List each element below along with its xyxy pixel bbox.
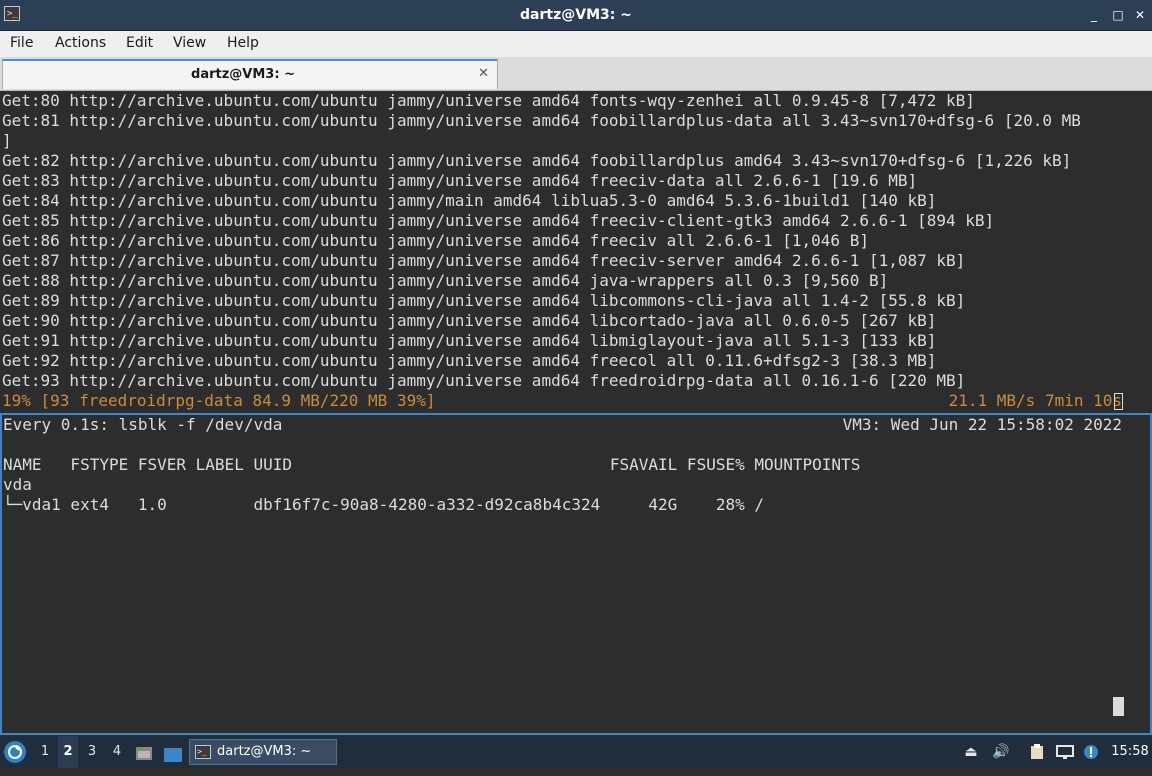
maximize-button[interactable]: □ — [1110, 7, 1126, 23]
menu-edit[interactable]: Edit — [126, 31, 153, 55]
clock[interactable]: 15:58 — [1110, 736, 1150, 768]
terminal-line: Get:83 http://archive.ubuntu.com/ubuntu … — [2, 171, 918, 190]
lsblk-row: vda — [3, 475, 32, 494]
taskbar-window-button[interactable]: >_ dartz@VM3: ~ — [189, 739, 337, 765]
terminal-line: Get:82 http://archive.ubuntu.com/ubuntu … — [2, 151, 1072, 170]
terminal-cursor — [1113, 697, 1124, 716]
lsblk-header: NAME FSTYPE FSVER LABEL UUID FSAVAIL FSU… — [3, 455, 861, 474]
file-manager-icon[interactable] — [135, 743, 153, 761]
menu-help[interactable]: Help — [227, 31, 259, 55]
start-menu-icon[interactable] — [4, 741, 26, 763]
window-title: dartz@VM3: ~ — [520, 7, 632, 23]
apt-progress-status: 19% [93 freedroidrpg-data 84.9 MB/220 MB… — [2, 391, 436, 410]
tab-label: dartz@VM3: ~ — [191, 67, 295, 82]
workspace-2[interactable]: 2 — [58, 736, 78, 768]
taskbar: 1 2 3 4 >_ dartz@VM3: ~ ⏏ 🔊 15:58 — [0, 736, 1152, 768]
close-button[interactable]: ✕ — [1132, 7, 1148, 23]
terminal-line: Get:88 http://archive.ubuntu.com/ubuntu … — [2, 271, 889, 290]
watch-status: VM3: Wed Jun 22 15:58:02 2022 — [842, 415, 1122, 434]
tab-terminal[interactable]: dartz@VM3: ~ ✕ — [2, 59, 498, 89]
terminal-line: Get:89 http://archive.ubuntu.com/ubuntu … — [2, 291, 966, 310]
terminal-pane-watch[interactable]: Every 0.1s: lsblk -f /dev/vda VM3: Wed J… — [0, 413, 1152, 735]
lsblk-row: └─vda1 ext4 1.0 dbf16f7c-90a8-4280-a332-… — [3, 495, 764, 514]
workspace-4[interactable]: 4 — [107, 736, 127, 768]
terminal-line: Get:91 http://archive.ubuntu.com/ubuntu … — [2, 331, 937, 350]
taskbar-window-label: dartz@VM3: ~ — [217, 744, 312, 759]
workspace-3[interactable]: 3 — [82, 736, 102, 768]
menu-view[interactable]: View — [173, 31, 206, 55]
eject-icon[interactable]: ⏏ — [963, 744, 979, 760]
terminal-line: Get:86 http://archive.ubuntu.com/ubuntu … — [2, 231, 869, 250]
menu-bar: File Actions Edit View Help — [0, 31, 1152, 57]
terminal-line: Get:90 http://archive.ubuntu.com/ubuntu … — [2, 311, 937, 330]
menu-file[interactable]: File — [10, 31, 33, 55]
terminal-line: Get:93 http://archive.ubuntu.com/ubuntu … — [2, 371, 966, 390]
network-icon[interactable] — [1056, 744, 1074, 760]
tab-close-icon[interactable]: ✕ — [478, 67, 489, 81]
menu-actions[interactable]: Actions — [55, 31, 106, 55]
window-titlebar[interactable]: >_ dartz@VM3: ~ _ □ ✕ — [0, 0, 1152, 31]
workspace-1[interactable]: 1 — [35, 736, 55, 768]
terminal-icon: >_ — [195, 745, 211, 759]
terminal-line: Get:84 http://archive.ubuntu.com/ubuntu … — [2, 191, 937, 210]
notification-icon[interactable] — [1083, 744, 1099, 760]
terminal-line: Get:80 http://archive.ubuntu.com/ubuntu … — [2, 91, 975, 110]
terminal-line: ] — [2, 131, 12, 150]
terminal-pane-apt[interactable]: Get:80 http://archive.ubuntu.com/ubuntu … — [0, 91, 1152, 413]
show-desktop-icon[interactable] — [163, 744, 183, 762]
terminal-line: Get:87 http://archive.ubuntu.com/ubuntu … — [2, 251, 966, 270]
minimize-button[interactable]: _ — [1086, 7, 1102, 23]
tab-bar: dartz@VM3: ~ ✕ — [0, 57, 1152, 91]
clipboard-icon[interactable] — [1029, 744, 1045, 760]
terminal-line: Get:92 http://archive.ubuntu.com/ubuntu … — [2, 351, 937, 370]
terminal-line: Get:85 http://archive.ubuntu.com/ubuntu … — [2, 211, 995, 230]
apt-progress-speed: 21.1 MB/s 7min 10s — [948, 391, 1122, 410]
watch-command: Every 0.1s: lsblk -f /dev/vda — [3, 415, 283, 434]
volume-icon[interactable]: 🔊 — [992, 744, 1009, 760]
terminal-cursor — [1114, 392, 1123, 412]
terminal-line: Get:81 http://archive.ubuntu.com/ubuntu … — [2, 111, 1081, 130]
